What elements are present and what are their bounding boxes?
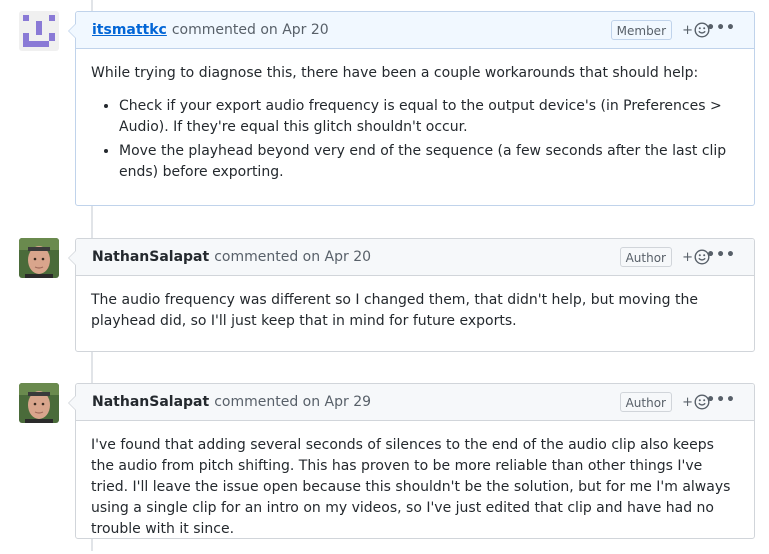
author-link[interactable]: itsmattkc bbox=[92, 22, 167, 38]
comment-timestamp[interactable]: commented on Apr 20 bbox=[172, 22, 329, 38]
more-options-icon[interactable]: ••• bbox=[706, 392, 736, 408]
identicon-avatar[interactable] bbox=[19, 11, 59, 51]
comment-body: The audio frequency was different so I c… bbox=[76, 276, 754, 346]
list-item: Check if your export audio frequency is … bbox=[119, 96, 739, 138]
author-badge: Author bbox=[619, 247, 672, 267]
list-item: Move the playhead beyond very end of the… bbox=[119, 141, 739, 183]
comment-header: NathanSalapat commented on Apr 29 Author… bbox=[76, 384, 754, 421]
comment-text: While trying to diagnose this, there hav… bbox=[91, 65, 699, 81]
more-options-icon[interactable]: ••• bbox=[706, 20, 736, 36]
plus-label: + bbox=[682, 22, 693, 38]
photo-avatar[interactable] bbox=[19, 383, 59, 423]
comment-header: itsmattkc commented on Apr 20 Member + •… bbox=[76, 12, 754, 49]
comment-timestamp[interactable]: commented on Apr 20 bbox=[214, 249, 371, 265]
author-badge: Author bbox=[619, 392, 672, 412]
more-options-icon[interactable]: ••• bbox=[706, 247, 736, 263]
comment-body: While trying to diagnose this, there hav… bbox=[76, 49, 754, 200]
bullet-list: Check if your export audio frequency is … bbox=[91, 96, 739, 183]
comment-text: I've found that adding several seconds o… bbox=[91, 437, 731, 537]
author-link[interactable]: NathanSalapat bbox=[92, 394, 209, 410]
plus-label: + bbox=[682, 394, 693, 410]
comment-box: NathanSalapat commented on Apr 20 Author… bbox=[68, 238, 755, 352]
author-link[interactable]: NathanSalapat bbox=[92, 249, 209, 265]
comment-body: I've found that adding several seconds o… bbox=[76, 421, 754, 554]
comment-box: NathanSalapat commented on Apr 29 Author… bbox=[68, 383, 755, 539]
comment-box: itsmattkc commented on Apr 20 Member + •… bbox=[68, 11, 755, 206]
comment-header: NathanSalapat commented on Apr 20 Author… bbox=[76, 239, 754, 276]
plus-label: + bbox=[682, 249, 693, 265]
photo-avatar[interactable] bbox=[19, 238, 59, 278]
comment-text: The audio frequency was different so I c… bbox=[91, 292, 698, 329]
member-badge: Member bbox=[610, 20, 672, 40]
comment-timestamp[interactable]: commented on Apr 29 bbox=[214, 394, 371, 410]
